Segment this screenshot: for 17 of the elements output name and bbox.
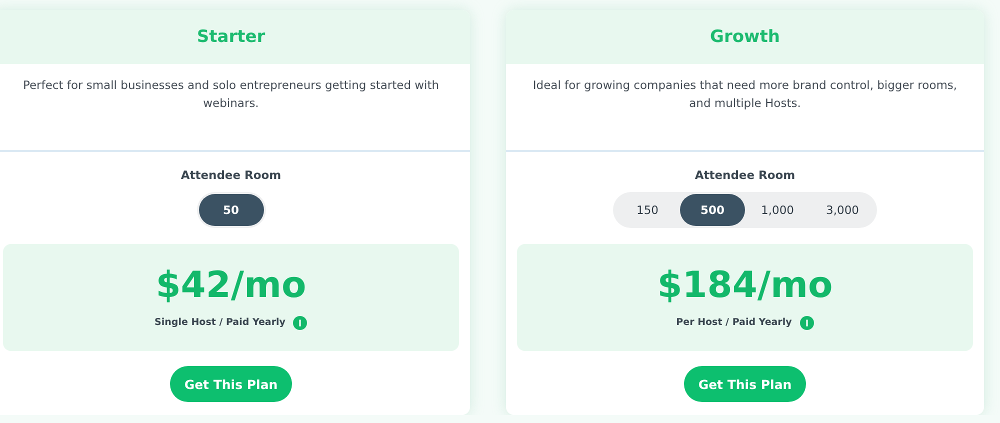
plan-price: $42/mo <box>156 266 306 306</box>
room-size-option[interactable]: 150 <box>615 194 680 226</box>
plan-price: $184/mo <box>657 266 833 306</box>
plan-description: Ideal for growing companies that need more brand control, bigger rooms, and multiple Hosts. <box>532 77 958 112</box>
room-size-option[interactable]: 1,000 <box>745 194 810 226</box>
plan-title: Starter <box>196 27 266 47</box>
info-icon[interactable] <box>800 316 814 330</box>
billing-note: Single Host / Paid Yearly <box>154 317 286 328</box>
room-label: Attendee Room <box>694 168 796 182</box>
room-size-option[interactable]: 500 <box>680 194 745 226</box>
room-size-option[interactable]: 50 <box>198 194 264 226</box>
billing-note: Per Host / Paid Yearly <box>676 317 792 328</box>
room-label: Attendee Room <box>180 168 282 182</box>
room-size-option[interactable]: 3,000 <box>810 194 875 226</box>
info-icon[interactable] <box>293 316 308 330</box>
plan-title: Growth <box>710 27 780 47</box>
plan-description: Perfect for small businesses and solo entrepreneurs getting started with webinars. <box>22 77 440 112</box>
